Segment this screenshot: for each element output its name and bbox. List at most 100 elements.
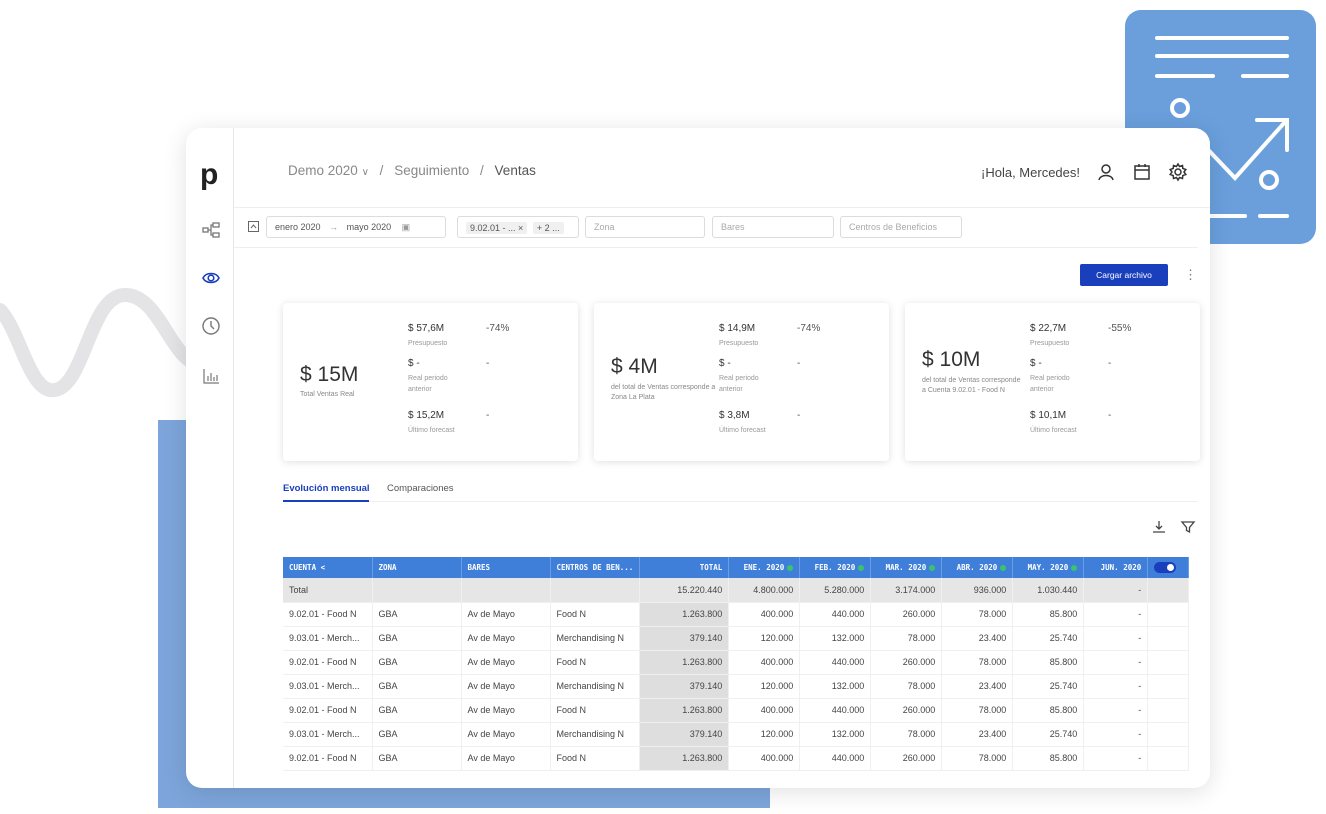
bares-filter[interactable]: Bares	[712, 216, 834, 238]
download-icon[interactable]	[1151, 519, 1167, 535]
kpi-big-value: $ 10M	[922, 348, 981, 371]
table-cell-empty	[1147, 722, 1190, 747]
table-row[interactable]: 9.03.01 - Merch... GBA Av de Mayo Merchandi…	[283, 674, 1190, 699]
filter-bar: enero 2020 → mayo 2020 ▣ 9.02.01 - ... ×…	[234, 208, 1198, 248]
column-header-month[interactable]: FEB. 2020	[799, 557, 872, 578]
account-tag[interactable]: 9.02.01 - ... ×	[466, 222, 528, 234]
tab-comparaciones[interactable]: Comparaciones	[387, 483, 454, 494]
column-header-month[interactable]: MAY. 2020	[1012, 557, 1085, 578]
column-header-cuenta[interactable]: CUENTA <	[283, 557, 373, 578]
table-cell: 1.030.440	[1012, 578, 1085, 603]
table-cell: Food N	[550, 746, 641, 771]
kpi-metric: $ 57,6M -74% Presupuesto	[408, 323, 568, 353]
app-window: p Demo 2020 ∨ / Seguimiento / Ventas ¡Ho…	[186, 128, 1210, 788]
metric-label: Último forecast	[1030, 427, 1077, 434]
metric-label: Real periodo anterior	[719, 375, 759, 393]
centros-filter[interactable]: Centros de Beneficios	[840, 216, 962, 238]
metric-pct: -	[1108, 358, 1112, 369]
column-header-month[interactable]: ABR. 2020	[941, 557, 1014, 578]
table-cell: 132.000	[799, 722, 872, 747]
table-cell: 260.000	[870, 698, 943, 723]
table-cell: Av de Mayo	[461, 626, 551, 651]
gear-icon[interactable]	[1168, 162, 1188, 182]
tab-evolucion-mensual[interactable]: Evolución mensual	[283, 483, 370, 494]
table-row[interactable]: 9.02.01 - Food N GBA Av de Mayo Food N 1.263…	[283, 650, 1190, 675]
table-cell: 78.000	[870, 626, 943, 651]
greeting: ¡Hola, Mercedes!	[981, 165, 1080, 180]
table-row[interactable]: 9.02.01 - Food N GBA Av de Mayo Food N 1.263…	[283, 602, 1190, 627]
kpi-big-value: $ 15M	[300, 363, 359, 386]
table-row[interactable]: 9.02.01 - Food N GBA Av de Mayo Food N 1.263…	[283, 746, 1190, 771]
calendar-icon[interactable]	[1132, 162, 1152, 182]
table-cell: 1.263.800	[639, 602, 730, 627]
breadcrumb-page: Ventas	[494, 163, 536, 178]
hierarchy-icon[interactable]	[201, 220, 221, 240]
date-range-picker[interactable]: enero 2020 → mayo 2020 ▣	[266, 216, 446, 238]
metric-pct: -	[797, 358, 801, 369]
column-header-month[interactable]: JUN. 2020	[1083, 557, 1149, 578]
table-cell: 25.740	[1012, 626, 1085, 651]
metric-value: $ -	[719, 358, 731, 369]
user-icon[interactable]	[1096, 162, 1116, 182]
table-cell: 132.000	[799, 626, 872, 651]
table-cell: 23.400	[941, 626, 1014, 651]
table-cell	[372, 578, 462, 603]
table-cell: 400.000	[728, 650, 801, 675]
eye-icon[interactable]	[201, 268, 221, 288]
toggle-switch[interactable]	[1154, 562, 1177, 573]
more-options-icon[interactable]: ⋮	[1184, 267, 1197, 283]
account-filter[interactable]: 9.02.01 - ... × + 2 ...	[457, 216, 579, 238]
column-header-total[interactable]: TOTAL	[639, 557, 730, 578]
kpi-card-cuenta: $ 10M del total de Ventas corresponde a …	[905, 303, 1200, 461]
calendar-small-icon: ▣	[401, 222, 411, 232]
table-cell: Av de Mayo	[461, 722, 551, 747]
metric-label: Real periodo anterior	[408, 375, 448, 393]
account-more-tag[interactable]: + 2 ...	[532, 222, 564, 234]
filter-icon[interactable]	[1180, 519, 1196, 535]
kpi-metric: $ 10,1M - Último forecast	[1030, 410, 1190, 440]
table-cell: Food N	[550, 698, 641, 723]
clock-icon[interactable]	[201, 316, 221, 336]
table-total-row[interactable]: Total 15.220.440 4.800.000 5.280.000 3.174.0…	[283, 578, 1190, 603]
table-row[interactable]: 9.02.01 - Food N GBA Av de Mayo Food N 1.263…	[283, 698, 1190, 723]
table-cell: 78.000	[941, 746, 1014, 771]
table-cell: 85.800	[1012, 698, 1085, 723]
table-cell: 379.140	[639, 626, 730, 651]
table-cell: 120.000	[728, 722, 801, 747]
column-header-month[interactable]: ENE. 2020	[728, 557, 801, 578]
column-header-centros[interactable]: CENTROS DE BEN...	[550, 557, 641, 578]
zona-filter[interactable]: Zona	[585, 216, 705, 238]
table-cell: Av de Mayo	[461, 650, 551, 675]
breadcrumb: Demo 2020 ∨ / Seguimiento / Ventas	[288, 163, 536, 178]
breadcrumb-section[interactable]: Seguimiento	[394, 163, 469, 178]
table-row[interactable]: 9.03.01 - Merch... GBA Av de Mayo Merchandi…	[283, 626, 1190, 651]
bar-chart-icon[interactable]	[201, 366, 221, 386]
table-cell: Av de Mayo	[461, 746, 551, 771]
table-cell: 260.000	[870, 602, 943, 627]
table-cell: Av de Mayo	[461, 698, 551, 723]
table-cell: 3.174.000	[870, 578, 943, 603]
upload-file-button[interactable]: Cargar archivo	[1080, 264, 1168, 286]
status-dot-icon	[858, 565, 865, 571]
table-cell: 9.02.01 - Food N	[283, 746, 373, 771]
metric-pct: -	[486, 410, 490, 421]
top-bar: Demo 2020 ∨ / Seguimiento / Ventas ¡Hola…	[234, 128, 1210, 208]
breadcrumb-project[interactable]: Demo 2020	[288, 163, 358, 178]
table-cell: 120.000	[728, 674, 801, 699]
close-icon[interactable]: ×	[518, 223, 523, 233]
chevron-down-icon[interactable]: ∨	[362, 167, 369, 178]
collapse-icon[interactable]	[248, 221, 259, 232]
column-header-month[interactable]: MAR. 2020	[870, 557, 943, 578]
table-row[interactable]: 9.03.01 - Merch... GBA Av de Mayo Merchandi…	[283, 722, 1190, 747]
kpi-metric: $ 22,7M -55% Presupuesto	[1030, 323, 1190, 353]
status-dot-icon	[787, 565, 794, 571]
table-cell: Av de Mayo	[461, 602, 551, 627]
table-cell: 9.02.01 - Food N	[283, 698, 373, 723]
table-cell: -	[1083, 674, 1149, 699]
metric-pct: -	[486, 358, 490, 369]
column-header-bares[interactable]: BARES	[461, 557, 551, 578]
table-cell: 1.263.800	[639, 746, 730, 771]
column-header-zona[interactable]: ZONA	[372, 557, 462, 578]
table-cell: 78.000	[870, 674, 943, 699]
active-tab-indicator	[283, 500, 369, 502]
